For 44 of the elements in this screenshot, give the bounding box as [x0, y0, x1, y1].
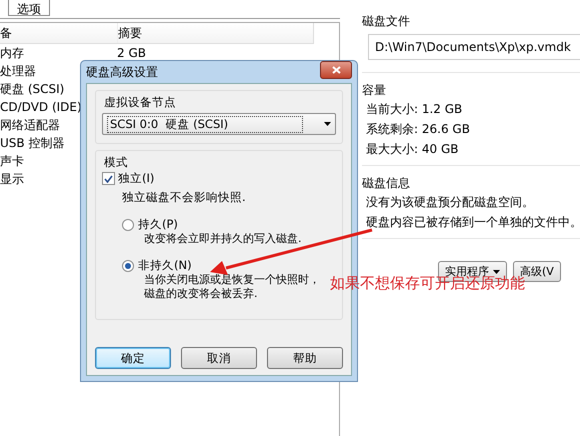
option-description: 磁盘的改变将会被丢弃.: [144, 287, 258, 301]
close-icon: [332, 66, 340, 74]
capacity-text: 系统剩余: 26.6 GB: [366, 121, 470, 138]
disk-info-text: 没有为该硬盘预分配磁盘空间。: [366, 194, 534, 211]
column-header[interactable]: 备: [0, 23, 117, 43]
radio-label[interactable]: 持久(P): [138, 217, 178, 232]
disk-info-text: 硬盘内容已被存储到一个单独的文件中。: [366, 214, 580, 231]
dialog-button[interactable]: 取消: [181, 347, 257, 369]
checkbox-label[interactable]: 独立(I): [118, 171, 154, 186]
device-name[interactable]: 显示: [0, 170, 24, 188]
device-name[interactable]: 处理器: [0, 62, 36, 80]
device-name[interactable]: USB 控制器: [0, 134, 64, 152]
device-name[interactable]: 网络适配器: [0, 116, 60, 134]
device-node-dropdown[interactable]: SCSI 0:0 硬盘 (SCSI): [102, 113, 336, 135]
group-title: 模式: [104, 154, 128, 171]
device-name[interactable]: CD/DVD (IDE): [0, 98, 82, 116]
group-title: 磁盘信息: [362, 175, 410, 192]
dialog-button[interactable]: 确定: [95, 347, 171, 369]
disk-file-field[interactable]: D:\Win7\Documents\Xp\xp.vmdk: [368, 34, 580, 60]
radio-label[interactable]: 非持久(N): [138, 258, 192, 273]
independent-checkbox[interactable]: 独立(I): [102, 171, 154, 186]
option-description: 改变将会立即并持久的写入磁盘.: [144, 232, 302, 246]
dialog-title: 硬盘高级设置: [86, 64, 158, 80]
caret-icon: [493, 270, 500, 274]
device-name[interactable]: 硬盘 (SCSI): [0, 80, 64, 98]
group-title: 虚拟设备节点: [104, 94, 176, 111]
group-title: 磁盘文件: [362, 13, 410, 30]
capacity-text: 最大大小: 40 GB: [366, 141, 458, 158]
checkbox[interactable]: [102, 172, 115, 185]
tab[interactable]: 选项: [8, 0, 50, 16]
device-name[interactable]: 声卡: [0, 152, 24, 170]
close-button[interactable]: [320, 61, 352, 79]
device-name[interactable]: 内存: [0, 44, 24, 62]
option-description: 当你关闭电源或是恢复一个快照时，: [144, 273, 320, 287]
radio-button[interactable]: [122, 218, 134, 230]
device-summary: 2 GB: [117, 45, 146, 62]
radio-button[interactable]: [122, 260, 134, 272]
caret-icon: [324, 122, 331, 126]
dialog-button[interactable]: 帮助: [267, 347, 343, 369]
column-header[interactable]: 摘要: [117, 23, 314, 43]
capacity-text: 当前大小: 1.2 GB: [366, 101, 462, 118]
group-title: 容量: [362, 82, 386, 99]
checkmark-icon: [104, 174, 113, 182]
note-text: 独立磁盘不会影响快照.: [122, 190, 246, 205]
